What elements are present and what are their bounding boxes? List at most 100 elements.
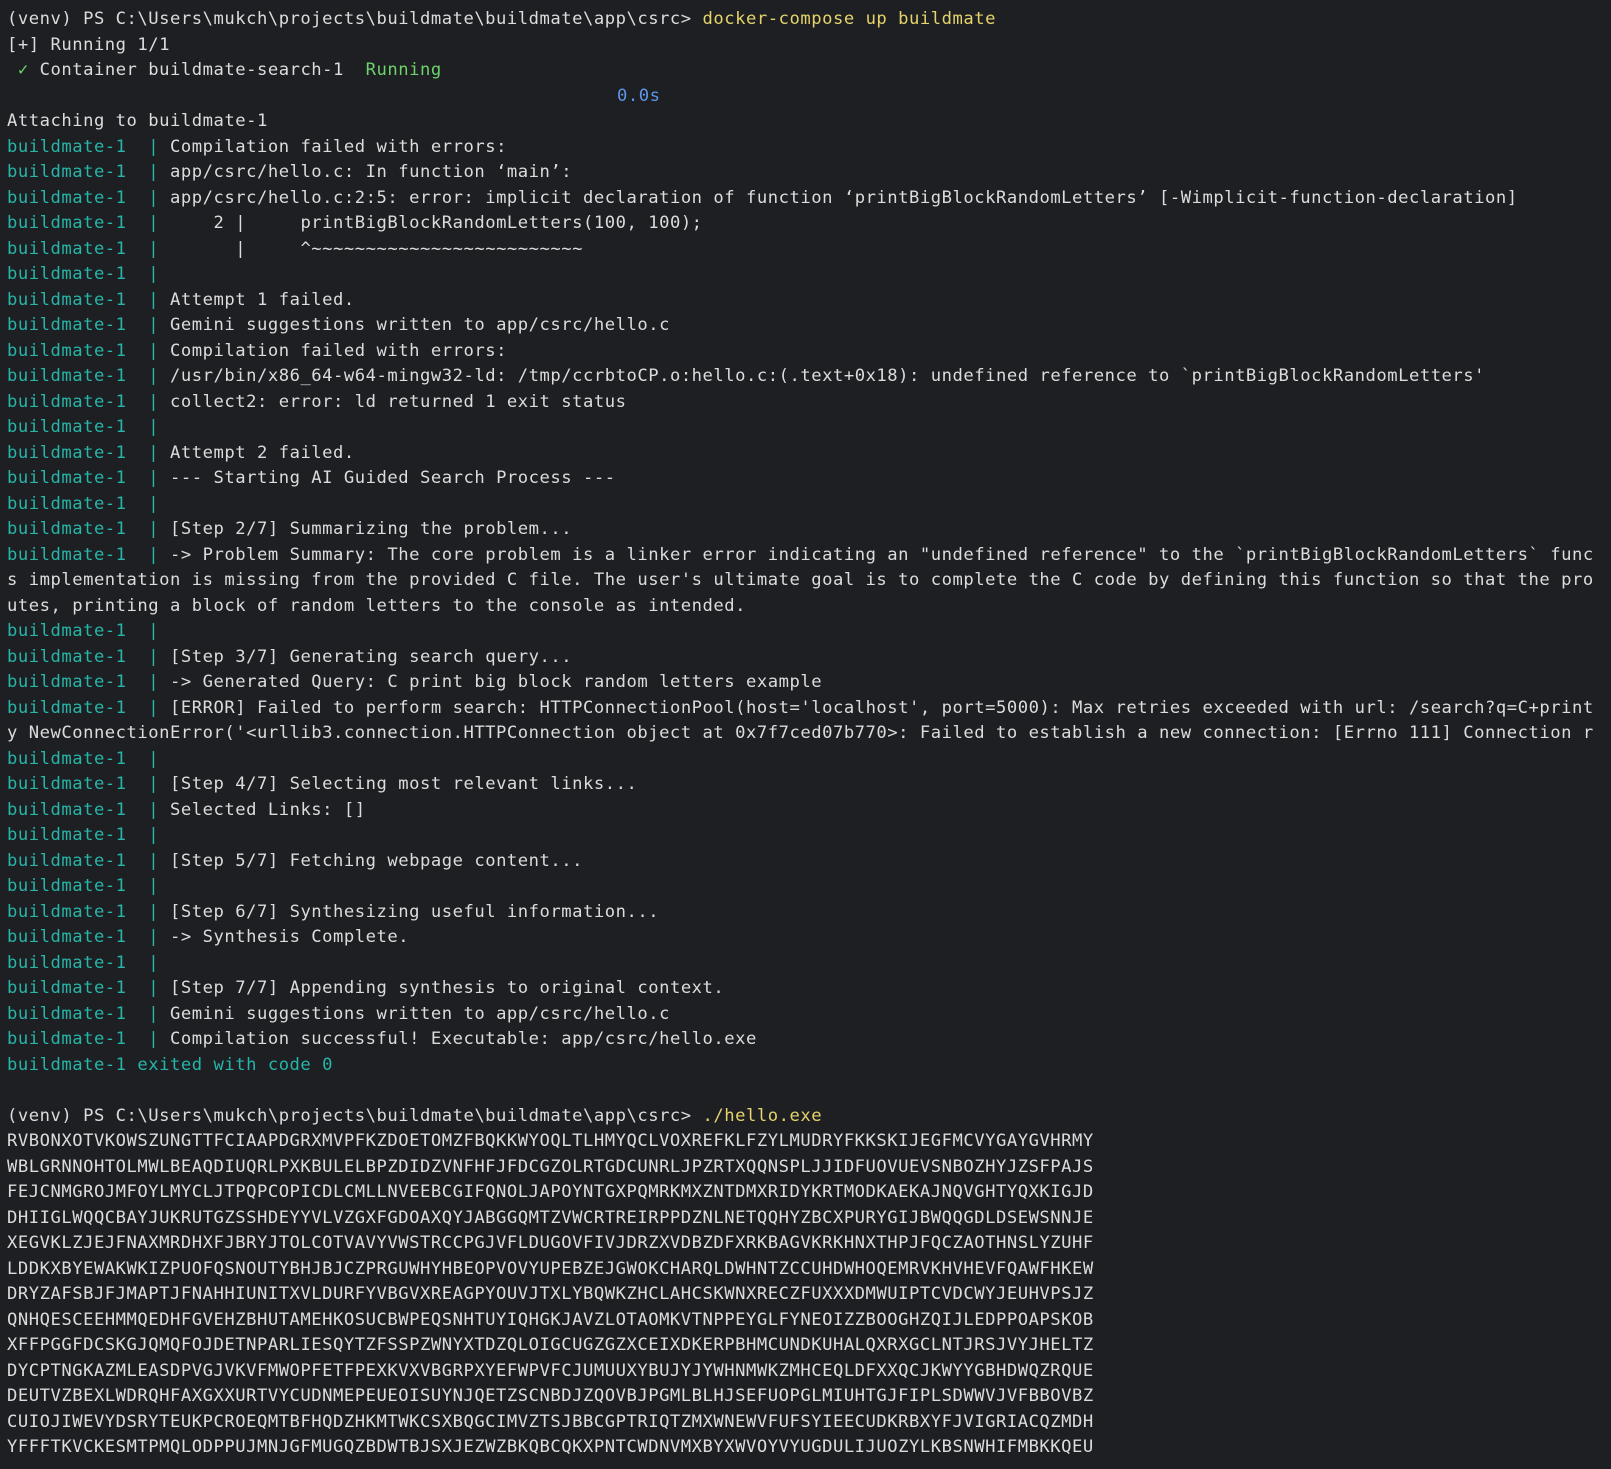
log-line: buildmate-1 | [Step 3/7] Generating sear… — [7, 645, 1611, 671]
log-line: buildmate-1 | -> Synthesis Complete. — [7, 925, 1611, 951]
output-text: s implementation is missing from the pro… — [7, 570, 1594, 590]
log-line: buildmate-1 | Attempt 2 failed. — [7, 441, 1611, 467]
log-line: buildmate-1 | [ERROR] Failed to perform … — [7, 696, 1611, 722]
log-line: buildmate-1 | — [7, 874, 1611, 900]
log-line: buildmate-1 | Compilation successful! Ex… — [7, 1027, 1611, 1053]
log-message: [Step 6/7] Synthesizing useful informati… — [170, 901, 660, 922]
log-line: buildmate-1 | — [7, 747, 1611, 773]
log-message: [Step 7/7] Appending synthesis to origin… — [170, 978, 725, 998]
log-line: buildmate-1 | — [7, 415, 1611, 441]
container-prefix: buildmate-1 | — [7, 213, 171, 233]
terminal-window[interactable]: (venv) PS C:\Users\mukch\projects\buildm… — [0, 0, 1611, 1469]
log-line: buildmate-1 | app/csrc/hello.c:2:5: erro… — [7, 186, 1611, 212]
output-text: LDDKXBYEWAKWKIZPUOFQSNOUTYBHJBJCZPRGUWHY… — [7, 1258, 1094, 1279]
container-prefix: buildmate-1 | — [7, 927, 171, 947]
log-message: /usr/bin/x86_64-w64-mingw32-ld: /tmp/ccr… — [170, 366, 1486, 386]
output-line: RVBONXOTVKOWSZUNGTTFCIAAPDGRXMVPFKZDOETO… — [7, 1129, 1611, 1155]
output-line: FEJCNMGROJMFOYLMYCLJTPQPCOPICDLCMLLNVEEB… — [7, 1180, 1611, 1206]
container-prefix: buildmate-1 | — [7, 799, 171, 820]
log-message: Compilation failed with errors: — [170, 340, 507, 361]
container-prefix: buildmate-1 | — [7, 340, 171, 361]
container-prefix: buildmate-1 | — [7, 519, 171, 539]
output-text: QNHQESCEEHMMQEDHFGVEHZBHUTAMEHKOSUCBWPEQ… — [7, 1309, 1094, 1330]
output-line: QNHQESCEEHMMQEDHFGVEHZBHUTAMEHKOSUCBWPEQ… — [7, 1308, 1611, 1334]
log-line: buildmate-1 | — [7, 823, 1611, 849]
log-message: [Step 2/7] Summarizing the problem... — [170, 519, 573, 539]
log-line: buildmate-1 | [Step 5/7] Fetching webpag… — [7, 849, 1611, 875]
output-text: YFFFTKVCKESMTPMQLODPPUJMNJGFMUGQZBDWTBJS… — [7, 1437, 1094, 1457]
exit-message: buildmate-1 exited with code 0 — [7, 1054, 334, 1075]
output-text: [+] Running 1/1 — [7, 34, 171, 55]
container-prefix: buildmate-1 | — [7, 901, 171, 922]
container-prefix: buildmate-1 | — [7, 876, 171, 896]
container-name: Container buildmate-search-1 — [28, 60, 366, 80]
log-line: buildmate-1 | Selected Links: [] — [7, 798, 1611, 824]
container-prefix: buildmate-1 | — [7, 621, 171, 641]
output-line: s implementation is missing from the pro… — [7, 568, 1611, 594]
log-message: -> Problem Summary: The core problem is … — [170, 544, 1594, 565]
log-message: Gemini suggestions written to app/csrc/h… — [170, 1003, 670, 1024]
log-message: 2 | printBigBlockRandomLetters(100, 100)… — [170, 213, 703, 233]
container-prefix: buildmate-1 | — [7, 1003, 171, 1024]
output-line: WBLGRNNOHTOLMWLBEAQDIUQRLPXKBULELBPZDIDZ… — [7, 1155, 1611, 1181]
container-prefix: buildmate-1 | — [7, 697, 171, 718]
log-message: app/csrc/hello.c: In function ‘main’: — [170, 162, 573, 182]
prompt-line: (venv) PS C:\Users\mukch\projects\buildm… — [7, 1104, 1611, 1130]
prompt-line: (venv) PS C:\Users\mukch\projects\buildm… — [7, 7, 1611, 33]
output-line: CUIOJIWEVYDSRYTEUKPCROEQMTBFHQDZHKMTWKCS… — [7, 1410, 1611, 1436]
output-line: XEGVKLZJEJFNAXMRDHXFJBRYJTOLCOTVAVYVWSTR… — [7, 1231, 1611, 1257]
output-line: DEUTVZBEXLWDRQHFAXGXXURTVYCUDNMEPEUEOISU… — [7, 1384, 1611, 1410]
container-prefix: buildmate-1 | — [7, 366, 171, 386]
container-prefix: buildmate-1 | — [7, 850, 171, 871]
output-line: XFFPGGFDCSKGJQMQFOJDETNPARLIESQYTZFSSPZW… — [7, 1333, 1611, 1359]
log-message: Compilation failed with errors: — [170, 136, 507, 157]
log-line: buildmate-1 | Gemini suggestions written… — [7, 1002, 1611, 1028]
container-prefix: buildmate-1 | — [7, 978, 171, 998]
container-prefix: buildmate-1 | — [7, 162, 171, 182]
output-text: DRYZAFSBJFJMAPTJFNAHHIUNITXVLDURFYVBGVXR… — [7, 1284, 1094, 1304]
log-line: buildmate-1 | [Step 2/7] Summarizing the… — [7, 517, 1611, 543]
check-icon: ✓ — [17, 60, 29, 80]
log-message: Compilation successful! Executable: app/… — [170, 1029, 757, 1049]
container-prefix: buildmate-1 | — [7, 748, 171, 769]
container-prefix: buildmate-1 | — [7, 289, 171, 310]
log-message: collect2: error: ld returned 1 exit stat… — [170, 391, 627, 412]
output-text: DYCPTNGKAZMLEASDPVGJVKVFMWOPFETFPEXKVXVB… — [7, 1360, 1094, 1381]
output-line: Attaching to buildmate-1 — [7, 109, 1611, 135]
container-prefix: buildmate-1 | — [7, 493, 171, 514]
timing-line: 0.0s — [7, 84, 1611, 110]
container-prefix: buildmate-1 | — [7, 646, 171, 667]
log-line: buildmate-1 | Gemini suggestions written… — [7, 313, 1611, 339]
log-line: buildmate-1 | [Step 4/7] Selecting most … — [7, 772, 1611, 798]
output-text: DEUTVZBEXLWDRQHFAXGXXURTVYCUDNMEPEUEOISU… — [7, 1386, 1094, 1406]
command-text: docker-compose up buildmate — [702, 9, 996, 29]
log-line: buildmate-1 | collect2: error: ld return… — [7, 390, 1611, 416]
log-line: buildmate-1 | — [7, 619, 1611, 645]
output-text: RVBONXOTVKOWSZUNGTTFCIAAPDGRXMVPFKZDOETO… — [7, 1131, 1094, 1151]
output-line: YFFFTKVCKESMTPMQLODPPUJMNJGFMUGQZBDWTBJS… — [7, 1435, 1611, 1461]
output-text: FEJCNMGROJMFOYLMYCLJTPQPCOPICDLCMLLNVEEB… — [7, 1182, 1094, 1202]
output-line: DRYZAFSBJFJMAPTJFNAHHIUNITXVLDURFYVBGVXR… — [7, 1282, 1611, 1308]
container-prefix: buildmate-1 | — [7, 442, 171, 463]
container-prefix: buildmate-1 | — [7, 468, 171, 488]
output-text: DHIIGLWQQCBAYJUKRUTGZSSHDEYYVLVZGXFGDOAX… — [7, 1207, 1094, 1228]
output-line: DHIIGLWQQCBAYJUKRUTGZSSHDEYYVLVZGXFGDOAX… — [7, 1206, 1611, 1232]
log-message: [ERROR] Failed to perform search: HTTPCo… — [170, 697, 1594, 718]
log-line: buildmate-1 | — [7, 951, 1611, 977]
log-message: [Step 3/7] Generating search query... — [170, 646, 573, 667]
log-line: buildmate-1 | -> Problem Summary: The co… — [7, 543, 1611, 569]
log-line: buildmate-1 | Attempt 1 failed. — [7, 288, 1611, 314]
log-message: [Step 5/7] Fetching webpage content... — [170, 850, 584, 871]
log-message: -> Generated Query: C print big block ra… — [170, 672, 823, 692]
container-prefix: buildmate-1 | — [7, 952, 171, 973]
exit-status-line: buildmate-1 exited with code 0 — [7, 1053, 1611, 1079]
log-message: Attempt 2 failed. — [170, 442, 355, 463]
output-text: y NewConnectionError('<urllib3.connectio… — [7, 723, 1594, 743]
log-line: buildmate-1 | [Step 6/7] Synthesizing us… — [7, 900, 1611, 926]
container-status-line: ✓ Container buildmate-search-1 Running — [7, 58, 1611, 84]
container-prefix: buildmate-1 | — [7, 187, 171, 208]
log-line: buildmate-1 | Compilation failed with er… — [7, 339, 1611, 365]
output-text: CUIOJIWEVYDSRYTEUKPCROEQMTBFHQDZHKMTWKCS… — [7, 1411, 1094, 1432]
log-line: buildmate-1 | — [7, 262, 1611, 288]
container-prefix: buildmate-1 | — [7, 1029, 171, 1049]
